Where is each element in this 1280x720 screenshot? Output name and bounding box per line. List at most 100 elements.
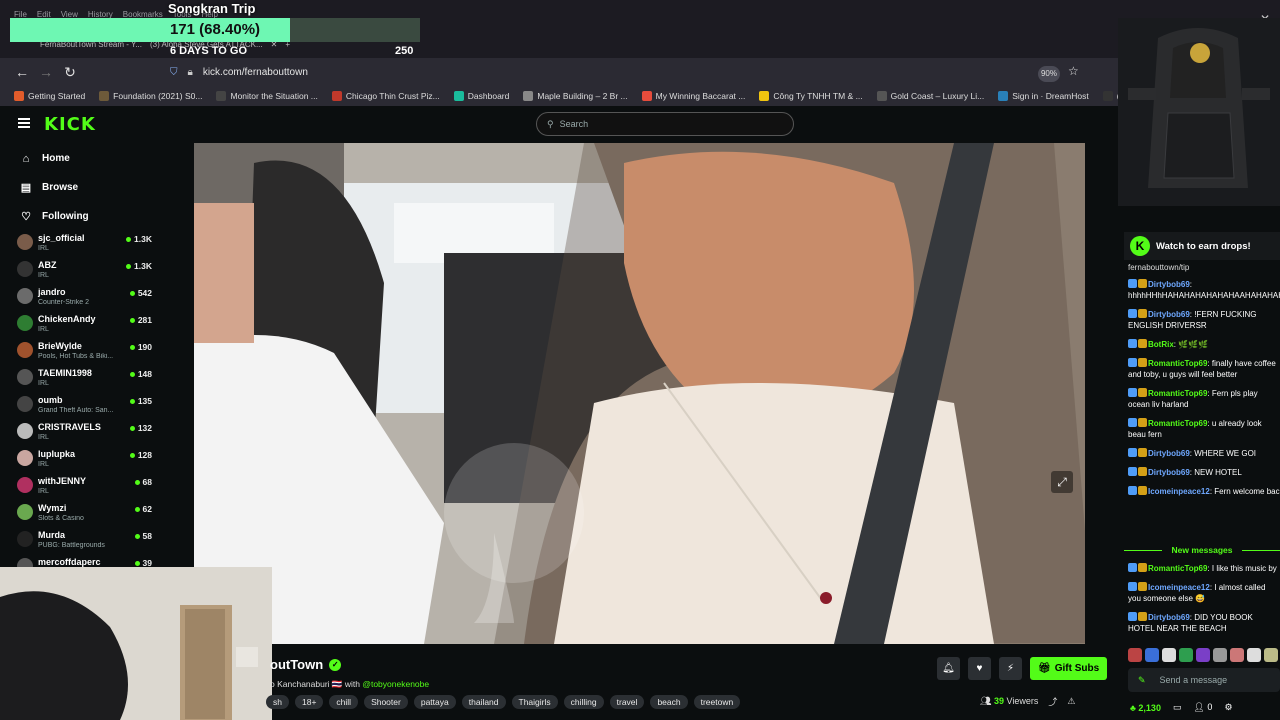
stream-tag[interactable]: 18+ <box>294 695 324 709</box>
followed-channel[interactable]: ChickenAndy IRL 281 <box>0 312 164 339</box>
stream-tag[interactable]: pattaya <box>413 695 456 709</box>
chat-username[interactable]: Dirtybob69 <box>1148 310 1190 319</box>
sidebar-item-browse[interactable]: ▤ Browse <box>0 173 164 202</box>
expand-icon[interactable]: ⤢ <box>1051 471 1073 493</box>
emote-icon[interactable] <box>1196 648 1210 662</box>
sidebar-item-home[interactable]: ⌂ Home <box>0 144 164 173</box>
chat-username[interactable]: Icomeinpeace12 <box>1148 487 1210 496</box>
chat-username[interactable]: Dirtybob69 <box>1148 613 1190 622</box>
channel-name[interactable]: CRISTRAVELS <box>38 422 101 432</box>
bookmark-item[interactable]: Công Ty TNHH TM & ... <box>759 91 863 101</box>
video-player[interactable]: ⤢ <box>194 143 1085 644</box>
forward-icon[interactable]: → <box>34 64 58 80</box>
channel-name[interactable]: ABZ <box>38 260 57 270</box>
streamer-name[interactable]: outTown ✓ <box>270 657 342 672</box>
chat-input[interactable]: ✎ Send a message <box>1128 668 1280 692</box>
sidebar-item-following[interactable]: ♡ Following <box>0 202 164 231</box>
channel-name[interactable]: Wymzi <box>38 503 66 513</box>
followed-channel[interactable]: jandro Counter-Strike 2 542 <box>0 285 164 312</box>
chat-username[interactable]: Icomeinpeace12 <box>1148 583 1210 592</box>
bookmark-label[interactable]: Foundation (2021) S0... <box>113 91 202 101</box>
gift-subs-button[interactable]: 🎁︎ Gift Subs <box>1030 657 1108 680</box>
bookmark-item[interactable]: Foundation (2021) S0... <box>99 91 202 101</box>
bookmark-label[interactable]: Sign in · DreamHost <box>1012 91 1089 101</box>
back-icon[interactable]: ← <box>10 64 34 80</box>
bookmark-label[interactable]: Gold Coast – Luxury Li... <box>891 91 985 101</box>
bookmark-label[interactable]: My Winning Baccarat ... <box>656 91 746 101</box>
stream-tag[interactable]: Shooter <box>364 695 408 709</box>
followed-channel[interactable]: TAEMIN1998 IRL 148 <box>0 366 164 393</box>
chat-username[interactable]: Dirtybob69 <box>1148 280 1190 289</box>
reload-icon[interactable]: ↻ <box>58 64 82 81</box>
bookmark-item[interactable]: Getting Started <box>14 91 85 101</box>
chat-username[interactable]: RomanticTop69 <box>1148 389 1207 398</box>
followed-channel[interactable]: ABZ IRL 1.3K <box>0 258 164 285</box>
followed-channel[interactable]: withJENNY IRL 68 <box>0 474 164 501</box>
boost-icon[interactable]: ⚡︎ <box>999 657 1022 680</box>
channel-name[interactable]: jandro <box>38 287 66 297</box>
bookmark-label[interactable]: Monitor the Situation ... <box>230 91 317 101</box>
settings-gear-icon[interactable]: ⚙ <box>1224 702 1232 713</box>
chat-tip-link[interactable]: fernabouttown/tip <box>1128 263 1189 272</box>
url-text[interactable]: kick.com/fernabouttown <box>203 67 308 78</box>
stream-tag[interactable]: chill <box>329 695 359 709</box>
channel-name[interactable]: withJENNY <box>38 476 86 486</box>
stream-tag[interactable]: thailand <box>461 695 506 709</box>
report-icon[interactable]: ⚠ <box>1067 696 1075 707</box>
bookmark-item[interactable]: Gold Coast – Luxury Li... <box>876 91 985 101</box>
search-input[interactable]: ⚲ Search <box>536 112 794 136</box>
bookmark-item[interactable]: Chicago Thin Crust Piz... <box>331 91 440 101</box>
shield-icon[interactable]: ⛉ <box>170 67 178 78</box>
emote-icon[interactable] <box>1179 648 1193 662</box>
notification-bell-icon[interactable]: 🔔︎ <box>937 657 960 680</box>
chat-username[interactable]: RomanticTop69 <box>1148 359 1207 368</box>
emote-icon[interactable] <box>1145 648 1159 662</box>
drops-banner[interactable]: K Watch to earn drops! <box>1124 232 1280 260</box>
followed-channel[interactable]: luplupka IRL 128 <box>0 447 164 474</box>
channel-name[interactable]: sjc_official <box>38 233 85 243</box>
bookmark-label[interactable]: Công Ty TNHH TM & ... <box>773 91 862 101</box>
share-icon[interactable]: ⤴ <box>1048 695 1057 708</box>
followed-channel[interactable]: CRISTRAVELS IRL 132 <box>0 420 164 447</box>
bookmark-label[interactable]: Chicago Thin Crust Piz... <box>346 91 440 101</box>
bookmark-item[interactable]: Sign in · DreamHost <box>998 91 1089 101</box>
bookmark-item[interactable]: Maple Building – 2 Br ... <box>523 91 628 101</box>
channel-name[interactable]: mercoffdaperc <box>38 557 101 567</box>
bookmark-item[interactable]: Dashboard <box>453 91 510 101</box>
channel-name[interactable]: BrieWylde <box>38 341 82 351</box>
followed-channel[interactable]: oumb Grand Theft Auto: San... 135 <box>0 393 164 420</box>
lock-icon[interactable]: 🔒︎ <box>188 67 193 78</box>
bookmark-label[interactable]: Maple Building – 2 Br ... <box>537 91 627 101</box>
emote-icon[interactable] <box>1128 648 1142 662</box>
chat-username[interactable]: RomanticTop69 <box>1148 419 1207 428</box>
stream-tag[interactable]: travel <box>609 695 645 709</box>
bookmark-label[interactable]: Dashboard <box>468 91 510 101</box>
kick-logo[interactable]: KICK <box>44 114 96 135</box>
stream-tag[interactable]: chilling <box>563 695 604 709</box>
chat-username[interactable]: RomanticTop69 <box>1148 564 1207 573</box>
channel-name[interactable]: luplupka <box>38 449 75 459</box>
stream-tag[interactable]: treetown <box>693 695 741 709</box>
stream-tag[interactable]: sh <box>266 695 289 709</box>
zoom-level[interactable]: 90% <box>1038 66 1060 82</box>
channel-name[interactable]: Murda <box>38 530 65 540</box>
emote-icon[interactable] <box>1162 648 1176 662</box>
stream-tag[interactable]: Thaigirls <box>511 695 558 709</box>
bookmark-label[interactable]: Getting Started <box>28 91 85 101</box>
emote-icon[interactable] <box>1247 648 1261 662</box>
url-bar[interactable]: ⛉ 🔒︎ kick.com/fernabouttown 90% ☆ <box>160 61 1090 83</box>
menu-icon[interactable] <box>18 118 30 130</box>
followed-channel[interactable]: BrieWylde Pools, Hot Tubs & Biki... 190 <box>0 339 164 366</box>
channel-name[interactable]: TAEMIN1998 <box>38 368 92 378</box>
follow-heart-icon[interactable]: ♥ <box>968 657 991 680</box>
channel-name[interactable]: oumb <box>38 395 63 405</box>
emote-picker-icon[interactable]: ✎ <box>1138 675 1146 686</box>
channel-name[interactable]: ChickenAndy <box>38 314 96 324</box>
emote-icon[interactable] <box>1230 648 1244 662</box>
bookmark-item[interactable]: My Winning Baccarat ... <box>641 91 746 101</box>
followed-channel[interactable]: sjc_official IRL 1.3K <box>0 231 164 258</box>
bookmark-star-icon[interactable]: ☆ <box>1068 64 1079 78</box>
emote-icon[interactable] <box>1213 648 1227 662</box>
emote-icon[interactable] <box>1264 648 1278 662</box>
stream-tag[interactable]: beach <box>650 695 688 709</box>
